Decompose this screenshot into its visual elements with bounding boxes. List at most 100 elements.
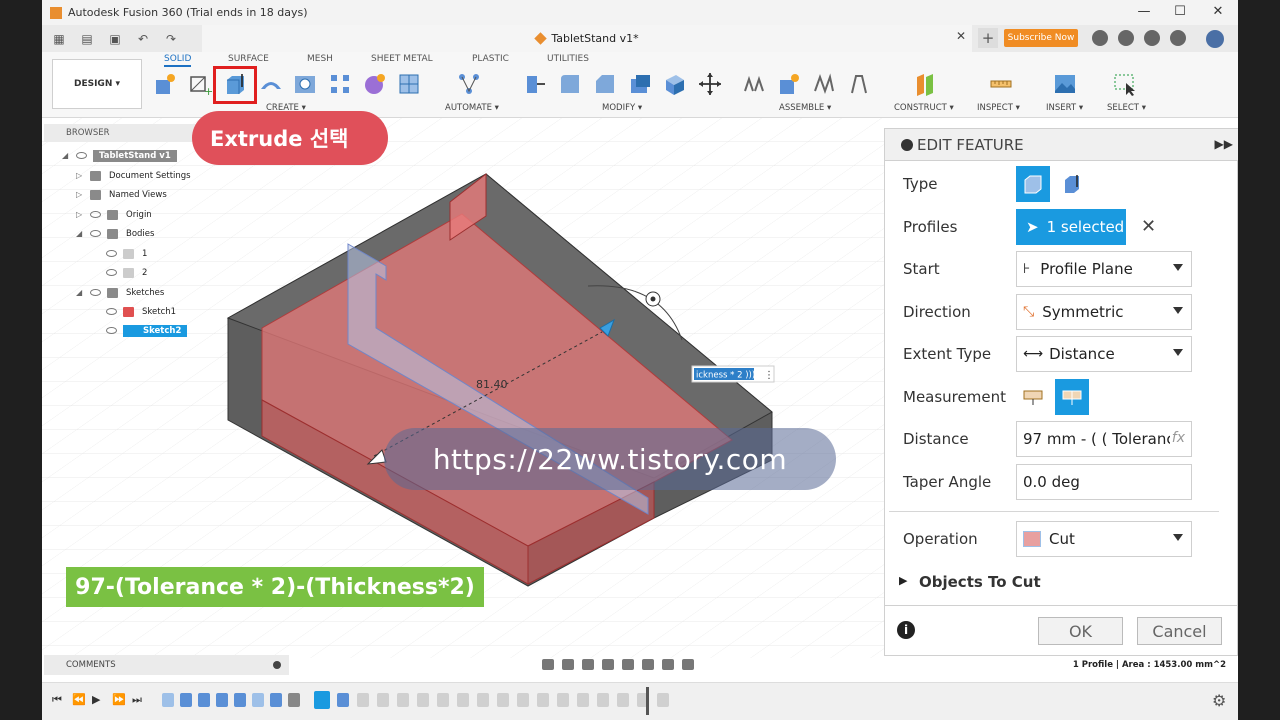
notifications-icon[interactable]	[1144, 30, 1160, 46]
tab-utilities[interactable]: UTILITIES	[547, 54, 589, 64]
ok-button[interactable]: OK	[1038, 617, 1123, 645]
joint-icon[interactable]	[741, 70, 767, 98]
timeline-feature-plane[interactable]	[252, 693, 264, 707]
row-objects-to-cut[interactable]: ▶ Objects To Cut	[885, 565, 1238, 601]
info-icon[interactable]: i	[897, 621, 915, 639]
timeline-end-icon[interactable]: ⏭	[132, 693, 142, 707]
insert-image-icon[interactable]	[1052, 70, 1078, 98]
timeline-prev-icon[interactable]: ⏪	[72, 693, 86, 706]
workspace-switcher[interactable]: DESIGN ▾	[52, 59, 142, 109]
tree-row-named-views[interactable]: ▷ Named Views	[76, 187, 167, 202]
timeline-feature-suppressed[interactable]	[357, 693, 369, 707]
expression-box-text[interactable]: ickness * 2 )))	[696, 371, 755, 381]
type-thin-icon[interactable]	[1055, 166, 1089, 202]
pan-icon[interactable]	[582, 658, 594, 670]
fillet-icon[interactable]	[557, 70, 583, 98]
hole-icon[interactable]	[292, 70, 318, 98]
derive-icon[interactable]	[396, 70, 422, 98]
subscribe-button[interactable]: Subscribe Now	[1004, 29, 1078, 47]
visibility-eye-icon[interactable]	[106, 308, 117, 315]
tree-row-sketch1[interactable]: Sketch1	[106, 304, 176, 319]
automate-group-label[interactable]: AUTOMATE ▾	[445, 103, 499, 113]
tree-row-document-settings[interactable]: ▷ Document Settings	[76, 168, 191, 183]
timeline-feature-suppressed[interactable]	[657, 693, 669, 707]
revolve-icon[interactable]	[258, 70, 284, 98]
timeline-feature-extrude[interactable]	[337, 693, 349, 707]
as-built-joint-icon[interactable]	[811, 70, 837, 98]
timeline-start-icon[interactable]: ⏮	[52, 693, 62, 707]
avatar[interactable]	[1206, 30, 1224, 48]
collapse-icon[interactable]: ◢	[62, 151, 72, 160]
inspect-group-label[interactable]: INSPECT ▾	[977, 103, 1020, 113]
zoom-window-icon[interactable]	[622, 658, 634, 670]
offset-plane-icon[interactable]	[912, 70, 938, 98]
cancel-button[interactable]: Cancel	[1137, 617, 1222, 645]
grid-settings-icon[interactable]	[662, 658, 674, 670]
maximize-icon[interactable]: ☐	[1172, 4, 1188, 20]
timeline-marker[interactable]	[646, 687, 649, 715]
timeline-feature-suppressed[interactable]	[457, 693, 469, 707]
timeline-feature-extrude[interactable]	[216, 693, 228, 707]
undo-icon[interactable]: ↶	[132, 30, 154, 48]
pattern-icon[interactable]	[327, 70, 353, 98]
press-pull-icon[interactable]	[522, 70, 548, 98]
new-component-icon[interactable]	[152, 70, 178, 98]
timeline-feature-sketch[interactable]	[162, 693, 174, 707]
clear-selection-icon[interactable]: ✕	[1141, 216, 1156, 237]
select-icon[interactable]	[1112, 70, 1138, 98]
timeline-feature-marker[interactable]	[288, 693, 300, 707]
start-dropdown[interactable]: ⊦ Profile Plane	[1016, 251, 1192, 287]
rigid-group-icon[interactable]	[846, 70, 872, 98]
timeline-feature-suppressed[interactable]	[437, 693, 449, 707]
expand-icon[interactable]: ▷	[76, 190, 86, 199]
visibility-eye-icon[interactable]	[106, 250, 117, 257]
distance-input[interactable]: 97 mm - ( ( Tolerance fx	[1016, 421, 1192, 457]
expand-icon[interactable]: ▷	[76, 210, 86, 219]
timeline-next-icon[interactable]: ⏩	[112, 693, 126, 706]
minimize-icon[interactable]: —	[1136, 4, 1152, 20]
extensions-icon[interactable]	[1092, 30, 1108, 46]
timeline-feature-suppressed[interactable]	[517, 693, 529, 707]
document-tab[interactable]: TabletStand v1*	[202, 25, 972, 52]
tree-row-sketch2[interactable]: Sketch2	[106, 323, 188, 338]
timeline-play-icon[interactable]: ▶	[92, 693, 100, 706]
formula-fx-icon[interactable]: fx	[1169, 430, 1185, 446]
timeline-settings-gear-icon[interactable]: ⚙	[1212, 691, 1226, 710]
timeline-feature-suppressed[interactable]	[617, 693, 629, 707]
profiles-selection-button[interactable]: ➤ 1 selected	[1016, 209, 1126, 245]
more-options-icon[interactable]: ⋮	[764, 370, 774, 381]
display-settings-icon[interactable]	[642, 658, 654, 670]
measure-icon[interactable]	[988, 70, 1014, 98]
visibility-eye-icon[interactable]	[106, 327, 117, 334]
tree-row-bodies[interactable]: ◢ Bodies	[76, 226, 154, 241]
timeline-feature-suppressed[interactable]	[597, 693, 609, 707]
tab-solid[interactable]: SOLID	[164, 54, 192, 67]
collapse-icon[interactable]: ◢	[76, 229, 86, 238]
tree-row-origin[interactable]: ▷ Origin	[76, 207, 152, 222]
close-icon[interactable]: ✕	[1210, 4, 1226, 20]
expand-triangle-icon[interactable]: ▶	[899, 574, 907, 587]
operation-dropdown[interactable]: Cut	[1016, 521, 1192, 557]
visibility-eye-icon[interactable]	[76, 152, 87, 159]
add-comment-icon[interactable]	[273, 661, 281, 669]
timeline-feature-suppressed[interactable]	[497, 693, 509, 707]
assemble-group-label[interactable]: ASSEMBLE ▾	[779, 103, 831, 113]
type-body-icon[interactable]	[1016, 166, 1050, 202]
job-status-icon[interactable]	[1118, 30, 1134, 46]
apps-grid-icon[interactable]: ▦	[48, 30, 70, 48]
timeline-feature-suppressed[interactable]	[377, 693, 389, 707]
insert-group-label[interactable]: INSERT ▾	[1046, 103, 1083, 113]
viewports-icon[interactable]	[682, 658, 694, 670]
timeline-feature-active[interactable]	[314, 691, 330, 709]
tree-row-root[interactable]: ◢ TabletStand v1	[62, 148, 177, 163]
select-group-label[interactable]: SELECT ▾	[1107, 103, 1146, 113]
timeline-feature-fillet[interactable]	[270, 693, 282, 707]
modify-group-label[interactable]: MODIFY ▾	[602, 103, 642, 113]
save-icon[interactable]: ▣	[104, 30, 126, 48]
timeline-feature-extrude[interactable]	[180, 693, 192, 707]
extent-type-dropdown[interactable]: ⟷ Distance	[1016, 336, 1192, 372]
create-sketch-icon[interactable]: +	[187, 70, 213, 98]
visibility-eye-icon[interactable]	[106, 269, 117, 276]
collapse-panel-icon[interactable]	[901, 139, 913, 151]
automate-icon[interactable]	[456, 70, 482, 98]
